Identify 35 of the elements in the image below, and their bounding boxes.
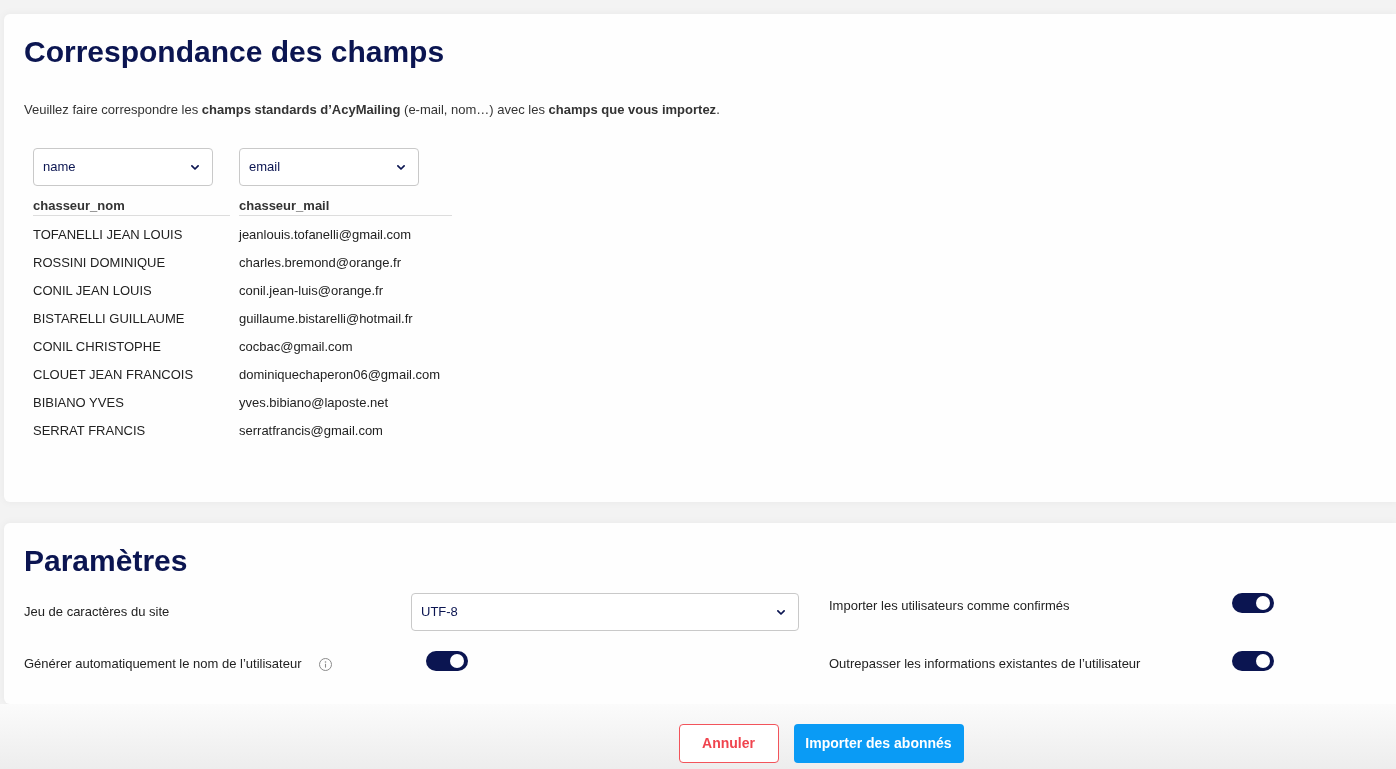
- table-cell: BISTARELLI GUILLAUME: [33, 310, 185, 328]
- table-cell: TOFANELLI JEAN LOUIS: [33, 226, 183, 244]
- table-cell: CONIL JEAN LOUIS: [33, 282, 152, 300]
- toggle-switch[interactable]: [1232, 593, 1274, 613]
- table-cell: guillaume.bistarelli@hotmail.fr: [239, 310, 413, 328]
- cancel-button[interactable]: Annuler: [678, 724, 779, 763]
- table-cell: dominiquechaperon06@gmail.com: [239, 366, 441, 384]
- section-title: Correspondance des champs: [24, 34, 446, 70]
- table-cell: SERRAT FRANCIS: [33, 422, 146, 440]
- table-cell: CLOUET JEAN FRANCOIS: [33, 366, 194, 384]
- setting-label: Générer automatiquement le nom de l’utilisateur: [24, 655, 302, 673]
- section-title: Paramètres: [24, 543, 189, 579]
- table-cell: ROSSINI DOMINIQUE: [33, 254, 166, 272]
- table-cell: jeanlouis.tofanelli@gmail.com: [239, 226, 412, 244]
- column-header: chasseur_nom: [33, 197, 230, 216]
- setting-label: Outrepasser les informations existantes de l’utilisateur: [829, 655, 1141, 673]
- setting-label: Importer les utilisateurs comme confirmés: [829, 597, 1070, 615]
- setting-label: Jeu de caractères du site: [24, 603, 170, 621]
- table-cell: CONIL CHRISTOPHE: [33, 338, 161, 356]
- toggle-switch[interactable]: [1232, 651, 1274, 671]
- chevron-down-icon: [191, 164, 199, 170]
- chevron-down-icon: [777, 609, 785, 615]
- table-cell: serratfrancis@gmail.com: [239, 422, 383, 440]
- intro-text: Veuillez faire correspondre les champs standards d’AcyMailing (e-mail, nom…) avec les champs que vous importez.: [24, 101, 721, 119]
- charset-select[interactable]: UTF-8: [411, 593, 799, 631]
- table-cell: conil.jean-luis@orange.fr: [239, 282, 383, 300]
- column-header: chasseur_mail: [239, 197, 452, 216]
- toggle-switch[interactable]: [426, 651, 468, 671]
- chevron-down-icon: [397, 164, 405, 170]
- table-cell: BIBIANO YVES: [33, 394, 124, 412]
- table-cell: charles.bremond@orange.fr: [239, 254, 402, 272]
- field-select[interactable]: name: [33, 148, 213, 186]
- table-cell: cocbac@gmail.com: [239, 338, 353, 356]
- field-select[interactable]: email: [239, 148, 419, 186]
- table-cell: yves.bibiano@laposte.net: [239, 394, 389, 412]
